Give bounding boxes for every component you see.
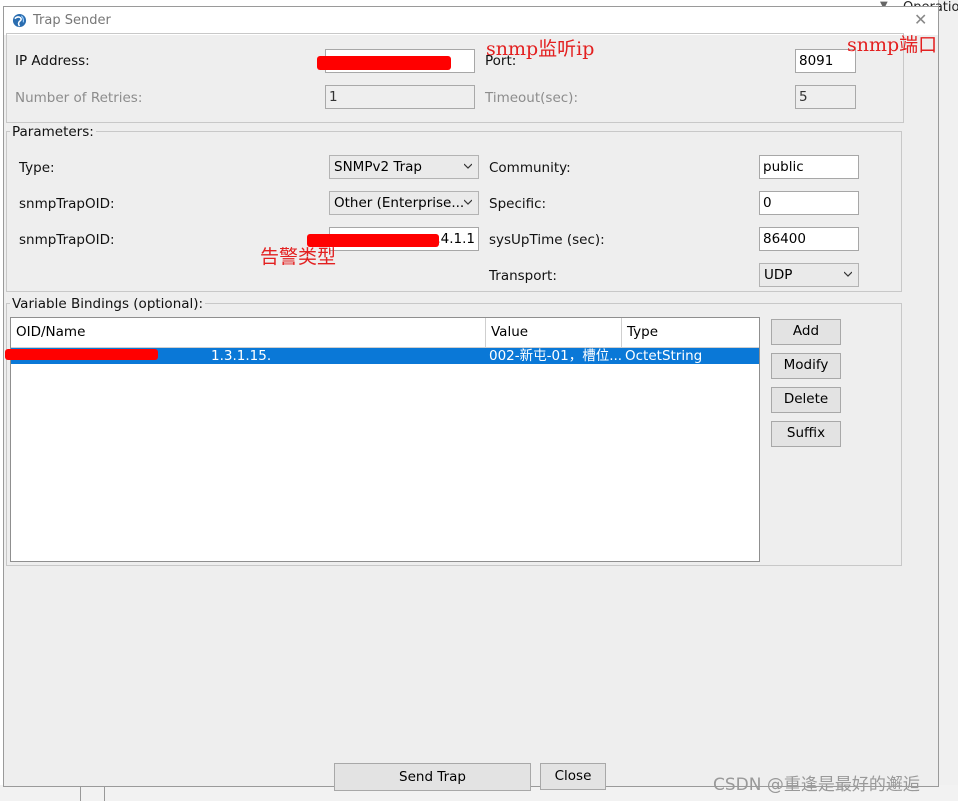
- modify-button[interactable]: Modify: [771, 353, 841, 379]
- value-cell: 002-新屯-01，槽位...: [489, 348, 622, 364]
- parameters-title: Parameters:: [10, 124, 96, 140]
- app-globe-icon: [12, 13, 27, 28]
- column-header-value[interactable]: Value: [486, 318, 622, 348]
- snmptrapoid-label: snmpTrapOID:: [19, 196, 115, 212]
- snmptrapoid-select[interactable]: Other (Enterprise...: [329, 191, 479, 215]
- chevron-down-icon: [464, 199, 472, 205]
- connection-group: [6, 33, 904, 123]
- transport-label: Transport:: [489, 268, 557, 284]
- suffix-button[interactable]: Suffix: [771, 421, 841, 447]
- snmptrapoid-value-label: snmpTrapOID:: [19, 232, 115, 248]
- delete-button[interactable]: Delete: [771, 387, 841, 413]
- dialog-title: Trap Sender: [33, 13, 111, 28]
- chevron-down-icon: [464, 163, 472, 169]
- specific-label: Specific:: [489, 196, 547, 212]
- close-button[interactable]: Close: [540, 763, 606, 790]
- redaction-mark: [317, 56, 451, 70]
- transport-select-value: UDP: [764, 267, 793, 283]
- specific-field[interactable]: 0: [759, 191, 859, 215]
- retries-field[interactable]: 1: [325, 85, 475, 109]
- sysuptime-field[interactable]: 86400: [759, 227, 859, 251]
- type-select[interactable]: SNMPv2 Trap: [329, 155, 479, 179]
- send-trap-button[interactable]: Send Trap: [334, 763, 531, 791]
- annotation-port: snmp端口: [847, 34, 938, 56]
- title-bar[interactable]: Trap Sender ✕: [4, 7, 938, 35]
- column-header-type[interactable]: Type: [622, 318, 759, 348]
- sysuptime-label: sysUpTime (sec):: [489, 232, 605, 248]
- divider: [104, 785, 105, 801]
- watermark: CSDN @重逢是最好的邂逅: [713, 775, 920, 795]
- type-cell: OctetString: [625, 348, 703, 364]
- transport-select[interactable]: UDP: [759, 263, 859, 287]
- community-field[interactable]: public: [759, 155, 859, 179]
- type-label: Type:: [19, 160, 55, 176]
- close-icon[interactable]: ✕: [914, 10, 927, 29]
- variable-bindings-title: Variable Bindings (optional):: [10, 296, 206, 312]
- annotation-listen-ip: snmp监听ip: [486, 38, 595, 60]
- ip-address-label: IP Address:: [15, 53, 90, 69]
- community-label: Community:: [489, 160, 571, 176]
- chevron-down-icon: [844, 271, 852, 277]
- background-app-panel: [938, 0, 958, 801]
- timeout-label: Timeout(sec):: [485, 90, 578, 106]
- trap-sender-dialog: Trap Sender ✕ IP Address: Port: 8091 Num…: [3, 6, 939, 791]
- add-button[interactable]: Add: [771, 319, 841, 345]
- retries-label: Number of Retries:: [15, 90, 143, 106]
- type-select-value: SNMPv2 Trap: [334, 159, 422, 175]
- snmptrapoid-select-value: Other (Enterprise...: [334, 195, 465, 211]
- divider: [80, 785, 81, 801]
- timeout-field[interactable]: 5: [795, 85, 856, 109]
- redaction-mark: [5, 349, 158, 360]
- annotation-alarm-type: 告警类型: [260, 246, 337, 268]
- column-header-oid[interactable]: OID/Name: [11, 318, 486, 348]
